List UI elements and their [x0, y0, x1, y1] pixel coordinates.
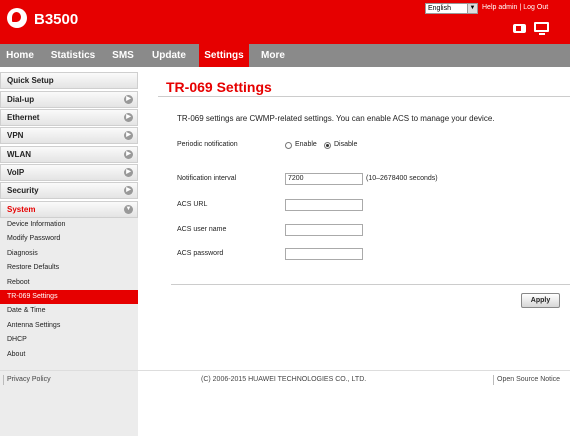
language-value: English [428, 5, 451, 12]
enable-radio[interactable] [285, 142, 292, 149]
sidebar-item-voip[interactable]: VoIP ▶ [0, 164, 138, 181]
acs-user-name-input[interactable] [285, 224, 363, 236]
acs-password-label: ACS password [177, 250, 224, 257]
help-link[interactable]: Help [482, 4, 496, 11]
title-divider [158, 96, 570, 97]
sidebar-item-wlan[interactable]: WLAN ▶ [0, 146, 138, 163]
acs-password-input[interactable] [285, 248, 363, 260]
open-source-notice-link[interactable]: Open Source Notice [497, 376, 560, 383]
chevron-right-icon: ▶ [124, 168, 133, 177]
page-description: TR-069 settings are CWMP-related setting… [177, 114, 495, 123]
logout-link[interactable]: Log Out [523, 4, 548, 11]
vodafone-logo-icon [7, 8, 27, 28]
system-submenu: Device Information Modify Password Diagn… [0, 218, 138, 436]
sidebar-item-label: Quick Setup [7, 76, 54, 85]
chevron-right-icon: ▶ [124, 131, 133, 140]
submenu-date-time[interactable]: Date & Time [0, 304, 138, 318]
submenu-diagnosis[interactable]: Diagnosis [0, 247, 138, 261]
enable-radio-label[interactable]: Enable [295, 141, 317, 148]
form-divider [171, 284, 570, 285]
copyright-text: (C) 2006-2015 HUAWEI TECHNOLOGIES CO., L… [201, 376, 367, 383]
apply-button[interactable]: Apply [521, 293, 560, 308]
tab-more[interactable]: More [253, 44, 293, 67]
sidebar-item-system[interactable]: System ▼ [0, 201, 138, 218]
submenu-dhcp[interactable]: DHCP [0, 333, 138, 347]
main-nav: Home Statistics SMS Update Settings More [0, 44, 570, 67]
sidebar-item-label: VoIP [7, 168, 25, 177]
language-select[interactable]: English ▼ [425, 3, 478, 14]
sidebar-item-label: Security [7, 186, 39, 195]
user-name: admin [498, 4, 518, 11]
submenu-about[interactable]: About [0, 348, 138, 362]
footer-divider [0, 370, 570, 371]
sidebar-quick-setup[interactable]: Quick Setup [0, 72, 138, 89]
submenu-device-information[interactable]: Device Information [0, 218, 138, 232]
notification-interval-hint: (10–2678400 seconds) [366, 175, 438, 182]
footer-separator [493, 375, 494, 385]
chevron-right-icon: ▶ [124, 113, 133, 122]
acs-user-name-label: ACS user name [177, 226, 227, 233]
chevron-down-icon: ▼ [467, 4, 477, 13]
submenu-antenna-settings[interactable]: Antenna Settings [0, 319, 138, 333]
acs-url-label: ACS URL [177, 201, 208, 208]
tab-update[interactable]: Update [145, 44, 193, 67]
disable-radio[interactable] [324, 142, 331, 149]
device-name: B3500 [34, 11, 79, 28]
header-bar: B3500 English ▼ Help admin | Log Out [0, 0, 570, 44]
sidebar-item-label: VPN [7, 131, 24, 140]
periodic-notification-label: Periodic notification [177, 141, 238, 148]
acs-url-input[interactable] [285, 199, 363, 211]
footer-separator [3, 375, 4, 385]
submenu-tr069-settings[interactable]: TR-069 Settings [0, 290, 138, 304]
page-title: TR-069 Settings [166, 79, 272, 95]
disable-radio-label[interactable]: Disable [334, 141, 357, 148]
submenu-reboot[interactable]: Reboot [0, 276, 138, 290]
tab-home[interactable]: Home [0, 44, 40, 67]
tab-statistics[interactable]: Statistics [43, 44, 103, 67]
submenu-modify-password[interactable]: Modify Password [0, 232, 138, 246]
sidebar-item-vpn[interactable]: VPN ▶ [0, 127, 138, 144]
sidebar-item-security[interactable]: Security ▶ [0, 182, 138, 199]
chevron-right-icon: ▶ [124, 150, 133, 159]
privacy-policy-link[interactable]: Privacy Policy [7, 376, 51, 383]
computer-icon[interactable] [534, 22, 549, 35]
sidebar-item-label: WLAN [7, 150, 31, 159]
submenu-restore-defaults[interactable]: Restore Defaults [0, 261, 138, 275]
sidebar-item-ethernet[interactable]: Ethernet ▶ [0, 109, 138, 126]
sidebar-item-dialup[interactable]: Dial-up ▶ [0, 91, 138, 108]
chevron-down-icon: ▼ [124, 205, 133, 214]
sidebar-item-label: System [7, 205, 36, 214]
notification-interval-label: Notification interval [177, 175, 237, 182]
sidebar-item-label: Dial-up [7, 95, 35, 104]
chevron-right-icon: ▶ [124, 186, 133, 195]
sim-card-icon[interactable] [513, 24, 526, 33]
chevron-right-icon: ▶ [124, 95, 133, 104]
tab-sms[interactable]: SMS [106, 44, 140, 67]
tab-settings[interactable]: Settings [199, 44, 249, 67]
notification-interval-input[interactable]: 7200 [285, 173, 363, 185]
top-links: Help admin | Log Out [482, 4, 549, 11]
sidebar-item-label: Ethernet [7, 113, 40, 122]
